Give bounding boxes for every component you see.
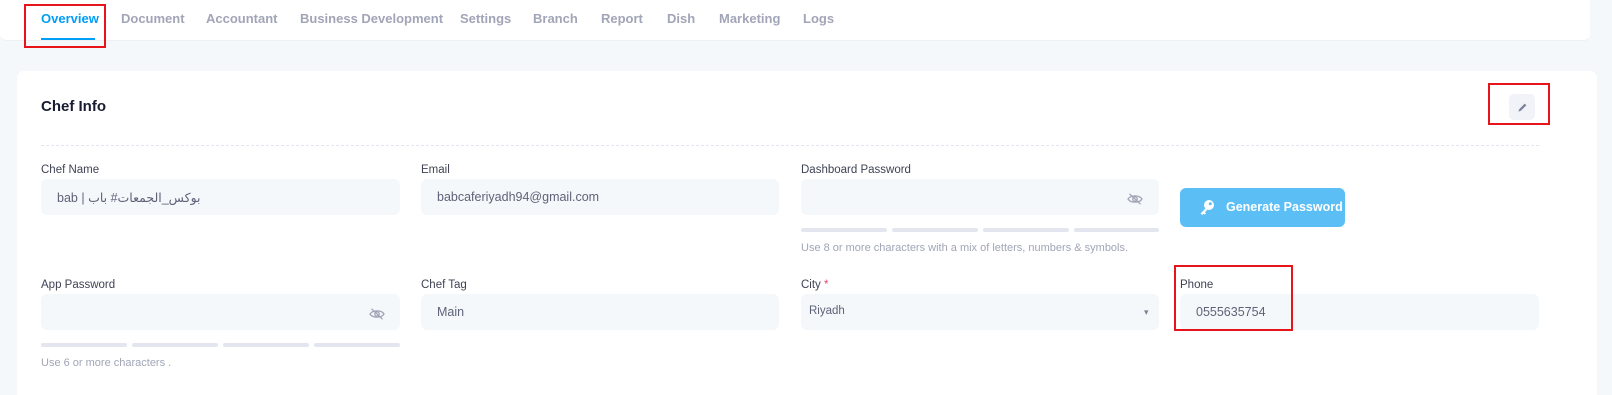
password-strength-segment	[1074, 228, 1159, 232]
email-label: Email	[421, 164, 450, 176]
password-strength-segment	[41, 343, 127, 347]
chevron-down-icon: ▾	[1144, 307, 1149, 317]
city-selected-value: Riyadh	[809, 305, 845, 317]
chef-tag-input[interactable]	[421, 294, 779, 330]
tab-logs[interactable]: Logs	[803, 11, 834, 26]
tab-dish[interactable]: Dish	[667, 11, 695, 26]
tab-branch[interactable]: Branch	[533, 11, 578, 26]
tab-settings[interactable]: Settings	[460, 11, 511, 26]
dashboard-password-label: Dashboard Password	[801, 164, 911, 176]
tab-document[interactable]: Document	[121, 11, 185, 26]
email-input[interactable]	[421, 179, 779, 215]
phone-label: Phone	[1180, 279, 1214, 291]
tab-bar: Overview Document Accountant Business De…	[0, 0, 1590, 41]
chef-name-input[interactable]	[41, 179, 400, 215]
generate-password-button[interactable]: Generate Password	[1180, 188, 1345, 227]
password-strength-segment	[314, 343, 400, 347]
chef-name-label: Chef Name	[41, 164, 100, 176]
eye-slash-icon[interactable]	[1127, 193, 1143, 205]
edit-button[interactable]	[1509, 94, 1535, 120]
tab-business-development[interactable]: Business Development	[300, 11, 443, 26]
card-divider	[41, 145, 1539, 146]
phone-input[interactable]	[1180, 294, 1539, 330]
password-strength-segment	[132, 343, 218, 347]
required-mark: *	[824, 279, 829, 291]
card-title: Chef Info	[41, 98, 106, 115]
password-strength-segment	[801, 228, 887, 232]
password-strength-segment	[983, 228, 1069, 232]
app-password-label: App Password	[41, 279, 116, 291]
pencil-icon	[1517, 103, 1526, 112]
chef-tag-label: Chef Tag	[421, 279, 467, 291]
city-label: City *	[801, 279, 829, 291]
eye-slash-icon[interactable]	[369, 308, 385, 320]
tab-overview[interactable]: Overview	[41, 11, 99, 26]
password-strength-segment	[892, 228, 978, 232]
app-password-hint: Use 6 or more characters .	[41, 357, 172, 369]
key-icon	[1200, 200, 1214, 215]
tab-marketing[interactable]: Marketing	[719, 11, 780, 26]
dashboard-password-input[interactable]	[801, 179, 1159, 215]
tab-report[interactable]: Report	[601, 11, 643, 26]
password-strength-segment	[223, 343, 309, 347]
generate-password-label: Generate Password	[1226, 200, 1343, 214]
city-select[interactable]: Riyadh	[801, 294, 1159, 330]
dashboard-password-hint: Use 8 or more characters with a mix of l…	[801, 242, 1129, 254]
app-password-input[interactable]	[41, 294, 400, 330]
active-tab-indicator	[41, 38, 95, 40]
tab-accountant[interactable]: Accountant	[206, 11, 278, 26]
